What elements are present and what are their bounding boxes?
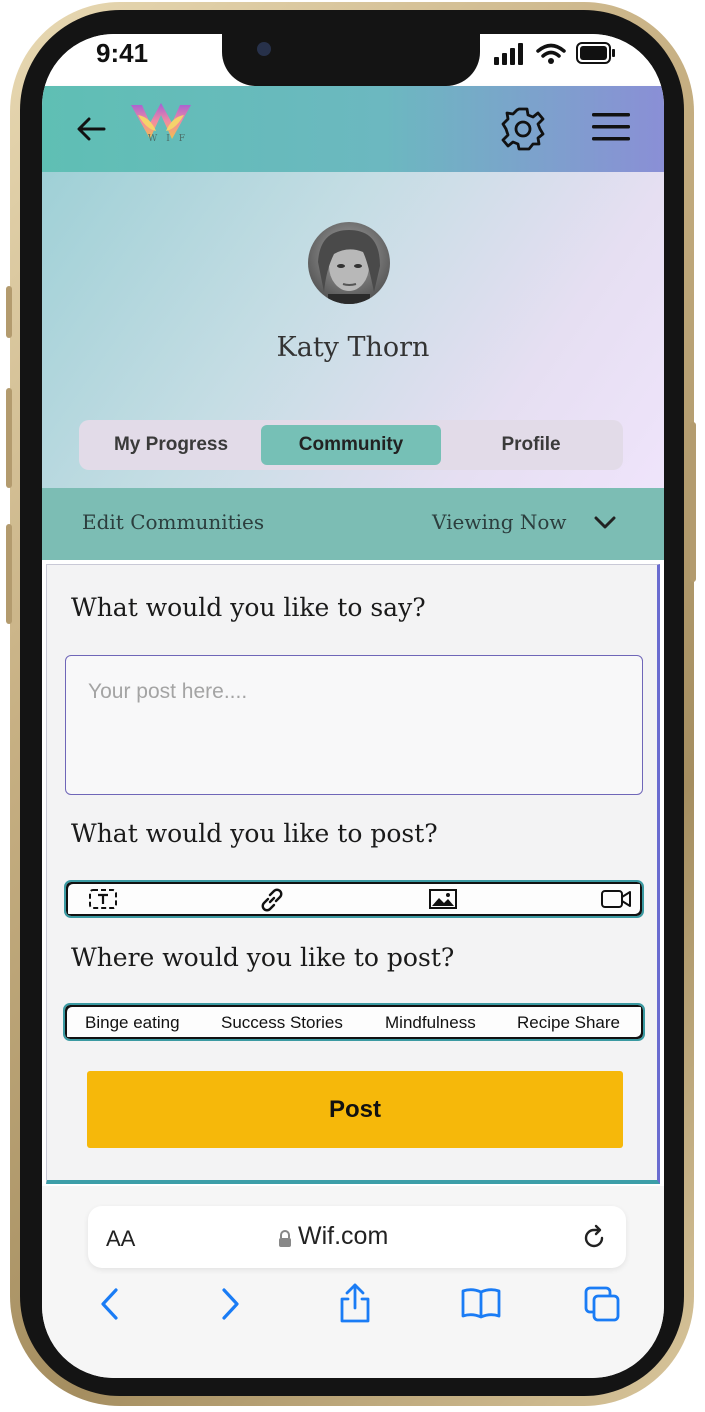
community-option-success-stories[interactable]: Success Stories — [221, 1013, 343, 1033]
silent-switch — [6, 286, 12, 338]
status-time: 9:41 — [96, 38, 149, 68]
reload-icon[interactable] — [580, 1224, 608, 1252]
tab-bar: My Progress Community Profile — [79, 420, 623, 470]
bookmarks-icon[interactable] — [460, 1286, 502, 1320]
link-icon[interactable] — [258, 886, 286, 914]
logo-letters: WIF — [148, 134, 195, 144]
post-type-selector — [64, 880, 644, 918]
lock-icon — [279, 1230, 291, 1247]
tab-community[interactable]: Community — [261, 425, 441, 465]
prompt-say: What would you like to say? — [71, 593, 426, 622]
arrow-left-icon[interactable] — [76, 116, 106, 142]
volume-down-button — [6, 524, 12, 624]
app-header: WIF — [42, 86, 664, 172]
hamburger-icon[interactable] — [592, 111, 630, 143]
status-bar: 9:41 — [42, 34, 664, 86]
avatar-portrait-icon — [318, 230, 380, 304]
tab-profile[interactable]: Profile — [447, 425, 615, 465]
share-icon[interactable] — [338, 1282, 372, 1324]
post-input[interactable] — [66, 656, 642, 794]
text-size-button[interactable]: AA — [106, 1226, 135, 1252]
community-bar: Edit Communities Viewing Now — [42, 488, 664, 560]
edit-communities-link[interactable]: Edit Communities — [82, 510, 264, 534]
prompt-where: Where would you like to post? — [71, 943, 455, 972]
avatar[interactable] — [308, 222, 390, 304]
cellular-signal-icon — [494, 43, 523, 65]
tab-my-progress[interactable]: My Progress — [87, 425, 255, 465]
address-bar[interactable]: AA Wif.com — [88, 1206, 626, 1268]
tab-label: My Progress — [113, 434, 229, 455]
user-name: Katy Thorn — [276, 332, 430, 363]
viewing-now-dropdown[interactable]: Viewing Now — [432, 510, 567, 534]
community-option-recipe-share[interactable]: Recipe Share — [517, 1013, 620, 1033]
chevron-down-icon[interactable] — [594, 516, 616, 530]
prompt-post-type: What would you like to post? — [71, 819, 438, 848]
community-option-binge-eating[interactable]: Binge eating — [85, 1013, 180, 1033]
front-camera — [257, 42, 271, 56]
post-composer: What would you like to say? What would y… — [46, 564, 660, 1184]
battery-icon — [576, 42, 615, 64]
volume-up-button — [6, 388, 12, 488]
gear-icon[interactable] — [500, 106, 546, 152]
wifi-icon — [536, 43, 566, 64]
power-button — [690, 422, 696, 582]
notch — [222, 34, 480, 86]
phone-screen: 9:41 WIF Katy Thorn My Progress Communit… — [42, 34, 664, 1378]
community-option-mindfulness[interactable]: Mindfulness — [385, 1013, 476, 1033]
profile-section: Katy Thorn My Progress Community Profile — [42, 172, 664, 488]
image-icon[interactable] — [428, 888, 458, 910]
community-selector: Binge eating Success Stories Mindfulness… — [63, 1003, 645, 1041]
wif-logo[interactable]: WIF — [128, 101, 194, 151]
tab-label: Profile — [501, 434, 561, 455]
chevron-right-icon[interactable] — [218, 1286, 242, 1322]
text-icon[interactable] — [88, 888, 118, 910]
video-icon[interactable] — [600, 888, 632, 910]
post-text-box — [65, 655, 643, 795]
tab-label: Community — [298, 434, 404, 455]
url-text: Wif.com — [298, 1222, 389, 1250]
chevron-left-icon[interactable] — [98, 1286, 122, 1322]
browser-toolbar: AA Wif.com — [42, 1186, 664, 1378]
post-button[interactable]: Post — [87, 1071, 623, 1148]
tabs-icon[interactable] — [584, 1286, 622, 1324]
